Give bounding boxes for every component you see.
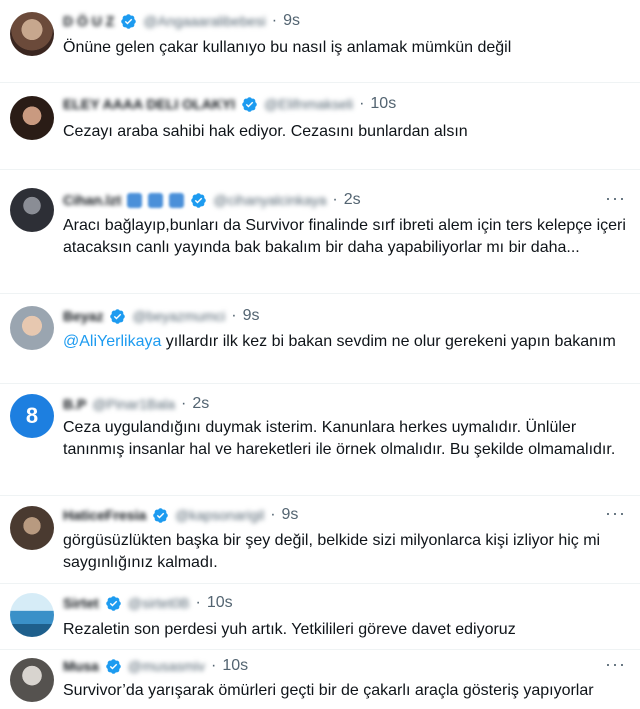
verified-badge-icon — [106, 595, 121, 611]
separator-dot: · — [270, 506, 276, 523]
author-name[interactable]: HaticeFresia — [63, 507, 146, 523]
verified-badge-icon — [110, 308, 126, 324]
tweet-text: Aracı bağlayıp,bunları da Survivor final… — [63, 217, 626, 256]
tweet-text: Ceza uygulandığını duymak isterim. Kanun… — [63, 419, 616, 458]
author-handle[interactable]: @beyazmumci — [132, 308, 225, 324]
timestamp[interactable]: 10s — [207, 594, 233, 612]
timestamp[interactable]: 10s — [370, 95, 396, 113]
author-name[interactable]: B.P — [63, 396, 86, 412]
author-handle[interactable]: @cihanyalcinkaya — [213, 192, 326, 208]
separator-dot: · — [359, 95, 365, 112]
author-handle[interactable]: @Pinar1Bala — [92, 396, 175, 412]
tweet-7[interactable]: Sirtet @sirtet0B · 10s Rezaletin son per… — [0, 584, 640, 650]
author-handle[interactable]: @Angaaaralibebesi — [143, 13, 265, 29]
tweet-text: Cezayı araba sahibi hak ediyor. Cezasını… — [63, 123, 468, 140]
tweet-3[interactable]: Cihan.lzt @cihanyalcinkaya · 2s ··· Arac… — [0, 170, 640, 294]
flag-emoji-icon — [169, 192, 185, 208]
more-options-icon[interactable]: ··· — [605, 503, 626, 524]
separator-dot: · — [211, 657, 217, 674]
tweet-text: görgüsüzlükten başka bir şey değil, belk… — [63, 532, 601, 571]
author-handle[interactable]: @Elifnmakseli — [264, 96, 353, 112]
author-name[interactable]: D Ö U Z — [63, 13, 114, 29]
separator-dot: · — [181, 395, 187, 412]
avatar[interactable] — [10, 593, 54, 637]
avatar-letter: 8 — [10, 394, 54, 438]
verified-badge-icon — [121, 13, 137, 29]
tweet-6[interactable]: HaticeFresia @kapsonarigil · 9s ··· görg… — [0, 496, 640, 584]
timestamp[interactable]: 9s — [243, 307, 260, 325]
avatar[interactable] — [10, 96, 54, 140]
mention-link[interactable]: @AliYerlikaya — [63, 333, 161, 350]
author-name[interactable]: ELEY AAAA DELI OLAKYI — [63, 96, 235, 112]
timestamp[interactable]: 10s — [222, 657, 248, 675]
avatar[interactable] — [10, 12, 54, 56]
author-handle[interactable]: @sirtet0B — [128, 595, 190, 611]
separator-dot: · — [332, 191, 338, 208]
verified-badge-icon — [242, 96, 257, 112]
timestamp[interactable]: 2s — [192, 395, 209, 413]
author-name[interactable]: Beyaz — [63, 308, 103, 324]
flag-emoji-icon — [127, 192, 143, 208]
tweet-4[interactable]: Beyaz @beyazmumci · 9s @AliYerlikaya yıl… — [0, 294, 640, 384]
avatar[interactable] — [10, 658, 54, 702]
avatar[interactable] — [10, 306, 54, 350]
timestamp[interactable]: 9s — [282, 506, 299, 524]
tweet-2[interactable]: ELEY AAAA DELI OLAKYI @Elifnmakseli · 10… — [0, 83, 640, 170]
tweet-text: Survivor’da yarışarak ömürleri geçti bir… — [63, 682, 594, 699]
verified-badge-icon — [191, 192, 207, 208]
separator-dot: · — [195, 594, 201, 611]
tweet-8[interactable]: Musa @musasmiv · 10s ··· Survivor’da yar… — [0, 650, 640, 709]
avatar[interactable] — [10, 506, 54, 550]
author-name[interactable]: Sirtet — [63, 595, 99, 611]
author-handle[interactable]: @kapsonarigil — [175, 507, 264, 523]
verified-badge-icon — [153, 507, 169, 523]
tweet-5[interactable]: 8 B.P @Pinar1Bala · 2s Ceza uygulandığın… — [0, 384, 640, 496]
timestamp[interactable]: 2s — [344, 191, 361, 209]
more-options-icon[interactable]: ··· — [605, 654, 626, 675]
tweet-1[interactable]: D Ö U Z @Angaaaralibebesi · 9s Önüne gel… — [0, 0, 640, 83]
author-name[interactable]: Musa — [63, 658, 99, 674]
verified-badge-icon — [106, 658, 121, 674]
avatar[interactable]: 8 — [10, 394, 54, 438]
avatar[interactable] — [10, 188, 54, 232]
tweet-text: @AliYerlikaya yıllardır ilk kez bi bakan… — [63, 331, 626, 353]
tweet-text-body: yıllardır ilk kez bi bakan sevdim ne olu… — [161, 333, 616, 350]
timestamp[interactable]: 9s — [283, 12, 300, 30]
flag-emoji-icon — [148, 192, 164, 208]
separator-dot: · — [271, 12, 278, 29]
tweet-text: Rezaletin son perdesi yuh artık. Yetkili… — [63, 621, 516, 638]
author-handle[interactable]: @musasmiv — [128, 658, 205, 674]
tweet-text: Önüne gelen çakar kullanıyo bu nasıl iş … — [63, 39, 512, 56]
separator-dot: · — [231, 307, 237, 324]
more-options-icon[interactable]: ··· — [605, 188, 626, 209]
author-name[interactable]: Cihan.lzt — [63, 192, 121, 208]
